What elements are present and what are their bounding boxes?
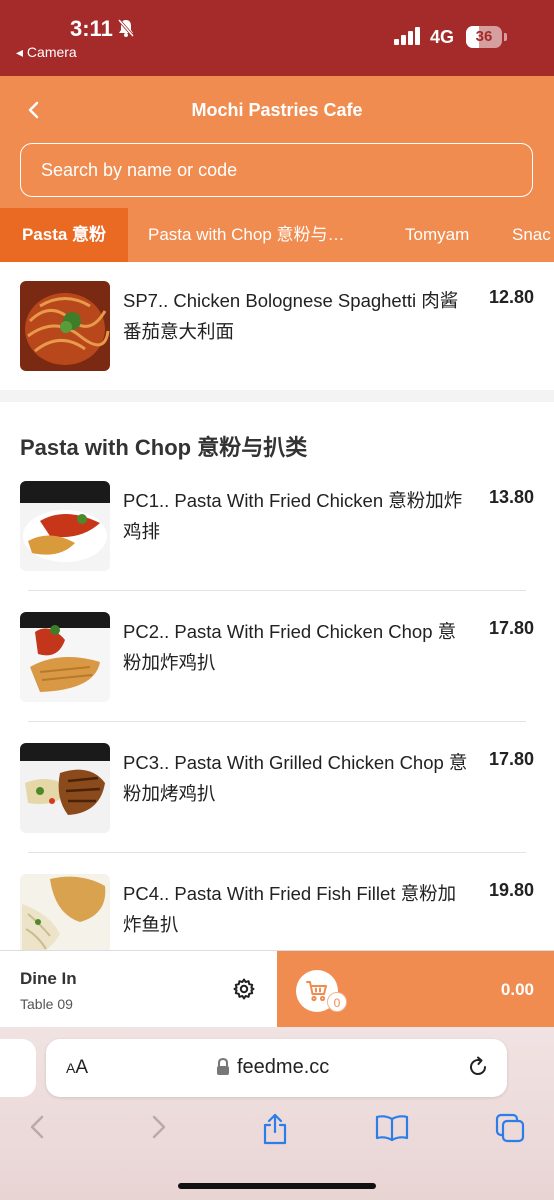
status-time: 3:11 xyxy=(70,16,113,41)
share-icon[interactable] xyxy=(261,1113,289,1150)
back-arrow-icon[interactable] xyxy=(26,1113,50,1146)
menu-item-pc2[interactable]: PC2.. Pasta With Fried Chicken Chop 意粉加炸… xyxy=(0,612,554,722)
item-divider xyxy=(28,721,526,722)
battery-icon: 36 xyxy=(466,26,502,48)
item-price: 17.80 xyxy=(488,618,534,638)
url-text: feedme.cc xyxy=(237,1056,330,1078)
bookmarks-icon[interactable] xyxy=(375,1113,409,1148)
item-name: PC2.. Pasta With Fried Chicken Chop 意粉加炸… xyxy=(123,621,457,673)
food-image-pc1 xyxy=(20,481,110,571)
menu-item-pc3[interactable]: PC3.. Pasta With Grilled Chicken Chop 意粉… xyxy=(0,743,554,853)
item-divider xyxy=(28,590,526,591)
cart-button[interactable]: 0 0.00 xyxy=(277,951,554,1028)
cart-count-badge: 0 xyxy=(327,992,347,1012)
menu-list[interactable]: SP7.. Chicken Bolognese Spaghetti 肉酱番茄意大… xyxy=(0,262,554,950)
signal-icon xyxy=(394,27,422,50)
menu-item-pc1[interactable]: PC1.. Pasta With Fried Chicken 意粉加炸鸡排 13… xyxy=(0,481,554,591)
previous-tab-card[interactable] xyxy=(0,1039,36,1097)
network-type: 4G xyxy=(430,27,455,47)
silent-bell-icon xyxy=(116,18,136,43)
tab-pasta-with-chop[interactable]: Pasta with Chop 意粉与… xyxy=(148,208,345,262)
menu-item-pc4[interactable]: PC4.. Pasta With Fried Fish Fillet 意粉加炸鱼… xyxy=(0,874,554,950)
food-image-sp7 xyxy=(20,281,110,371)
item-name: PC4.. Pasta With Fried Fish Fillet 意粉加炸鱼… xyxy=(123,883,457,935)
address-bar[interactable]: AA feedme.cc xyxy=(46,1039,507,1097)
tab-tomyam[interactable]: Tomyam xyxy=(405,208,469,262)
reload-icon[interactable] xyxy=(467,1056,489,1083)
tabs-icon[interactable] xyxy=(495,1113,525,1148)
status-bar: 3:11 ◂ Camera 4G 36 xyxy=(0,0,554,76)
dine-mode-label[interactable]: Dine In xyxy=(20,969,77,989)
browser-toolbar: AA feedme.cc xyxy=(0,1027,554,1200)
home-indicator xyxy=(178,1183,376,1189)
page-title: Mochi Pastries Cafe xyxy=(191,100,363,120)
forward-arrow-icon[interactable] xyxy=(146,1113,170,1146)
section-pasta: SP7.. Chicken Bolognese Spaghetti 肉酱番茄意大… xyxy=(0,262,554,390)
item-name: PC3.. Pasta With Grilled Chicken Chop 意粉… xyxy=(123,752,468,804)
food-image-pc3 xyxy=(20,743,110,833)
section-pasta-with-chop: Pasta with Chop 意粉与扒类 PC1.. Pasta With F… xyxy=(0,402,554,950)
item-price: 19.80 xyxy=(488,880,534,900)
battery-tip xyxy=(504,33,507,41)
item-divider xyxy=(28,852,526,853)
section-title: Pasta with Chop 意粉与扒类 xyxy=(20,435,308,460)
item-price: 17.80 xyxy=(488,749,534,769)
app-header: Mochi Pastries Cafe Pasta 意粉 Pasta with … xyxy=(0,76,554,262)
cart-total: 0.00 xyxy=(500,980,534,999)
table-label: Table 09 xyxy=(20,996,73,1012)
reader-settings-button[interactable]: AA xyxy=(66,1057,88,1079)
item-price: 13.80 xyxy=(488,487,534,507)
food-image-pc2 xyxy=(20,612,110,702)
lock-icon xyxy=(216,1057,230,1081)
category-tabs: Pasta 意粉 Pasta with Chop 意粉与… Tomyam Sna… xyxy=(0,208,554,262)
item-price: 12.80 xyxy=(488,287,534,307)
tab-snacks[interactable]: Snac xyxy=(512,208,551,262)
tab-pasta[interactable]: Pasta 意粉 xyxy=(0,208,128,262)
item-name: PC1.. Pasta With Fried Chicken 意粉加炸鸡排 xyxy=(123,490,463,542)
back-to-app-link[interactable]: ◂ Camera xyxy=(16,44,77,61)
gear-icon[interactable] xyxy=(232,977,256,1006)
menu-item-sp7[interactable]: SP7.. Chicken Bolognese Spaghetti 肉酱番茄意大… xyxy=(0,281,554,391)
battery-level: 36 xyxy=(475,28,493,45)
item-name: SP7.. Chicken Bolognese Spaghetti 肉酱番茄意大… xyxy=(123,290,459,342)
search-input[interactable] xyxy=(20,143,533,197)
order-bar: Dine In Table 09 0 0.00 xyxy=(0,950,554,1028)
food-image-pc4 xyxy=(20,874,110,950)
